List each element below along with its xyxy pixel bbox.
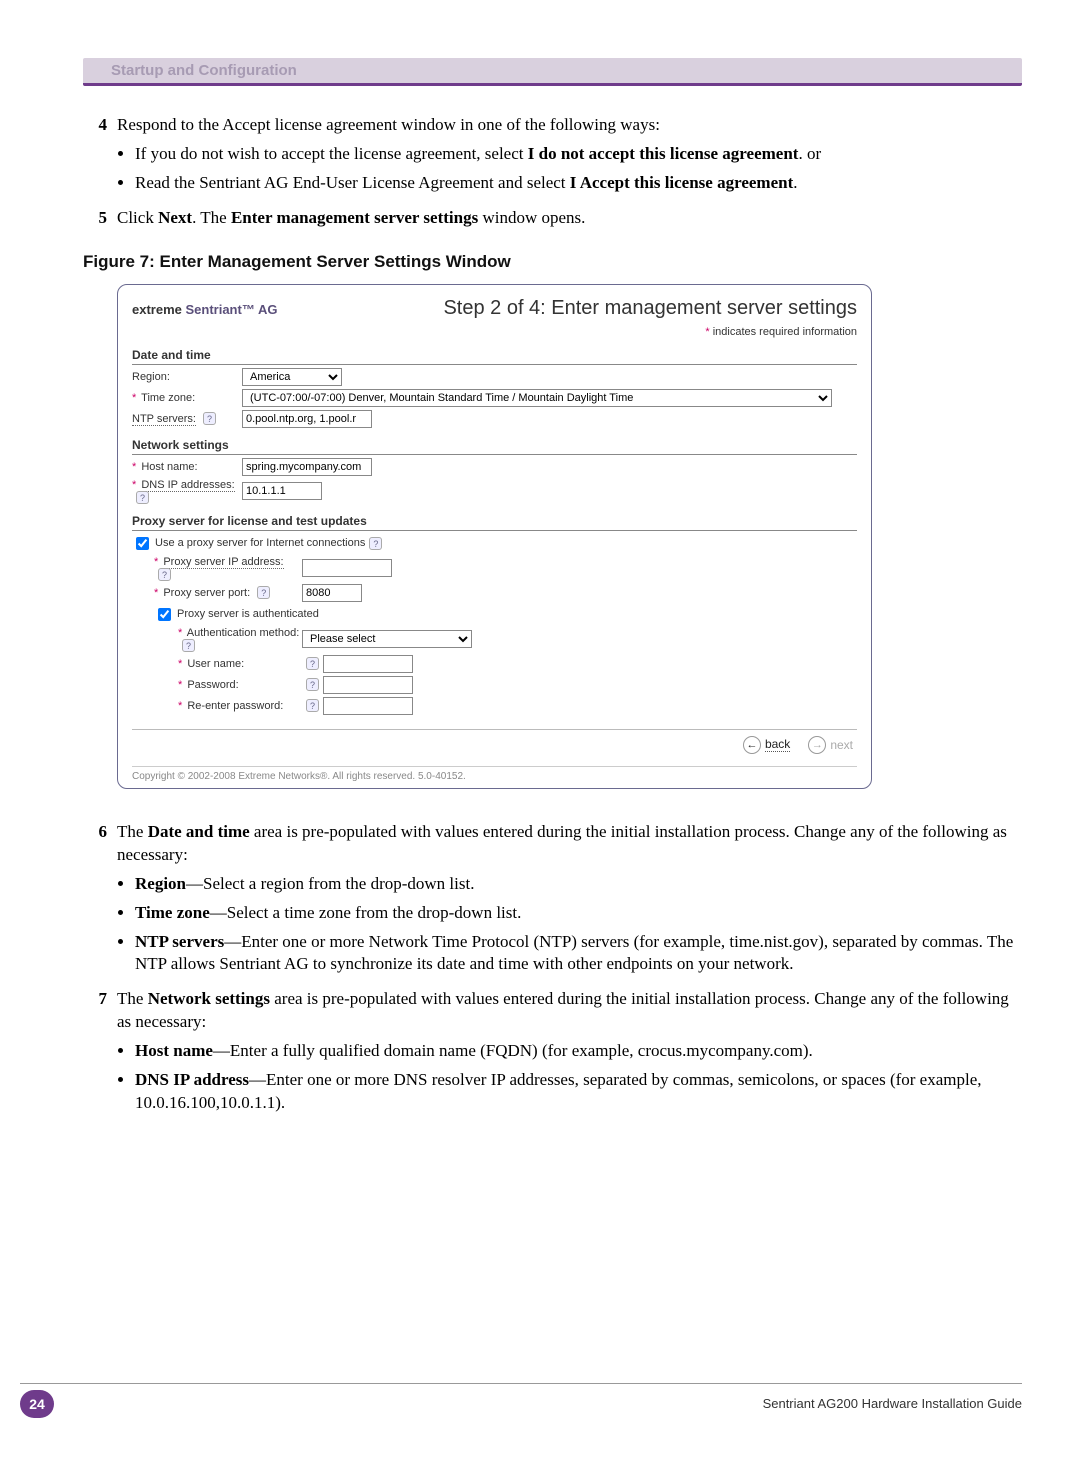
page-number-badge: 24 (20, 1390, 54, 1418)
arrow-right-icon: → (808, 736, 826, 754)
bullet: Time zone—Select a time zone from the dr… (135, 902, 1022, 925)
bullet: Region—Select a region from the drop-dow… (135, 873, 1022, 896)
step-text: Respond to the Accept license agreement … (117, 114, 1022, 137)
chapter-title: Startup and Configuration (111, 62, 297, 79)
step-7: 7 The Network settings area is pre-popul… (83, 988, 1022, 1034)
help-icon[interactable]: ? (136, 491, 149, 504)
ntp-input[interactable] (242, 410, 372, 428)
wizard-nav: ← back → next (132, 729, 857, 762)
step-5: 5 Click Next. The Enter management serve… (83, 207, 1022, 230)
use-proxy-checkbox[interactable] (136, 537, 149, 550)
username-input[interactable] (323, 655, 413, 673)
proxy-ip-input[interactable] (302, 559, 392, 577)
help-icon[interactable]: ? (306, 699, 319, 712)
step-text: The Network settings area is pre-populat… (117, 988, 1022, 1034)
region-select[interactable]: America (242, 368, 342, 386)
dns-input[interactable] (242, 482, 322, 500)
window-title: Step 2 of 4: Enter management server set… (443, 297, 857, 320)
page-content: 4 Respond to the Accept license agreemen… (83, 114, 1022, 1115)
step-7-bullets: Host name—Enter a fully qualified domain… (135, 1040, 1022, 1115)
step-6: 6 The Date and time area is pre-populate… (83, 821, 1022, 867)
row-ntp: NTP servers: ? (132, 410, 857, 428)
row-dns: * DNS IP addresses: ? (132, 479, 857, 504)
help-icon[interactable]: ? (369, 537, 382, 550)
step-text: The Date and time area is pre-populated … (117, 821, 1022, 867)
bullet: NTP servers—Enter one or more Network Ti… (135, 931, 1022, 977)
row-timezone: * Time zone: (UTC-07:00/-07:00) Denver, … (132, 389, 857, 407)
step-6-bullets: Region—Select a region from the drop-dow… (135, 873, 1022, 977)
help-icon[interactable]: ? (182, 639, 195, 652)
help-icon[interactable]: ? (257, 586, 270, 599)
section-date-time: Date and time (132, 348, 857, 365)
arrow-left-icon: ← (743, 736, 761, 754)
window-copyright: Copyright © 2002-2008 Extreme Networks®.… (132, 766, 857, 782)
row-username: * User name: ? (132, 655, 857, 673)
row-proxy-ip: * Proxy server IP address: ? (132, 556, 857, 581)
step-number: 6 (83, 821, 117, 867)
row-repassword: * Re-enter password: ? (132, 697, 857, 715)
help-icon[interactable]: ? (203, 412, 216, 425)
proxy-port-input[interactable] (302, 584, 362, 602)
repassword-input[interactable] (323, 697, 413, 715)
step-4-bullets: If you do not wish to accept the license… (135, 143, 1022, 195)
step-number: 4 (83, 114, 117, 137)
password-input[interactable] (323, 676, 413, 694)
timezone-select[interactable]: (UTC-07:00/-07:00) Denver, Mountain Stan… (242, 389, 832, 407)
step-number: 7 (83, 988, 117, 1034)
bullet: DNS IP address—Enter one or more DNS res… (135, 1069, 1022, 1115)
figure-caption: Figure 7: Enter Management Server Settin… (83, 252, 1022, 272)
auth-method-select[interactable]: Please select (302, 630, 472, 648)
hostname-input[interactable] (242, 458, 372, 476)
row-auth-method: * Authentication method: ? Please select (132, 627, 857, 652)
guide-title: Sentriant AG200 Hardware Installation Gu… (763, 1396, 1022, 1411)
settings-window: extreme Sentriant™ AG Step 2 of 4: Enter… (117, 284, 872, 789)
section-network: Network settings (132, 438, 857, 455)
next-button[interactable]: → next (808, 736, 853, 754)
row-password: * Password: ? (132, 676, 857, 694)
help-icon[interactable]: ? (306, 678, 319, 691)
row-proxy-auth: Proxy server is authenticated (132, 605, 857, 624)
required-note: * indicates required information (132, 326, 857, 338)
row-region: Region: America (132, 368, 857, 386)
row-proxy-port: * Proxy server port: ? (132, 584, 857, 602)
bullet: Host name—Enter a fully qualified domain… (135, 1040, 1022, 1063)
help-icon[interactable]: ? (158, 568, 171, 581)
help-icon[interactable]: ? (306, 657, 319, 670)
row-hostname: * Host name: (132, 458, 857, 476)
bullet: Read the Sentriant AG End-User License A… (135, 172, 1022, 195)
proxy-auth-checkbox[interactable] (158, 608, 171, 621)
step-text: Click Next. The Enter management server … (117, 207, 1022, 230)
step-number: 5 (83, 207, 117, 230)
window-header: extreme Sentriant™ AG Step 2 of 4: Enter… (132, 297, 857, 320)
row-use-proxy: Use a proxy server for Internet connecti… (132, 534, 857, 553)
section-proxy: Proxy server for license and test update… (132, 514, 857, 531)
page-footer: 24 Sentriant AG200 Hardware Installation… (20, 1383, 1022, 1423)
step-4: 4 Respond to the Accept license agreemen… (83, 114, 1022, 137)
back-button[interactable]: ← back (743, 736, 790, 754)
brand-logo: extreme Sentriant™ AG (132, 302, 277, 317)
chapter-header-bar: Startup and Configuration (83, 58, 1022, 86)
bullet: If you do not wish to accept the license… (135, 143, 1022, 166)
